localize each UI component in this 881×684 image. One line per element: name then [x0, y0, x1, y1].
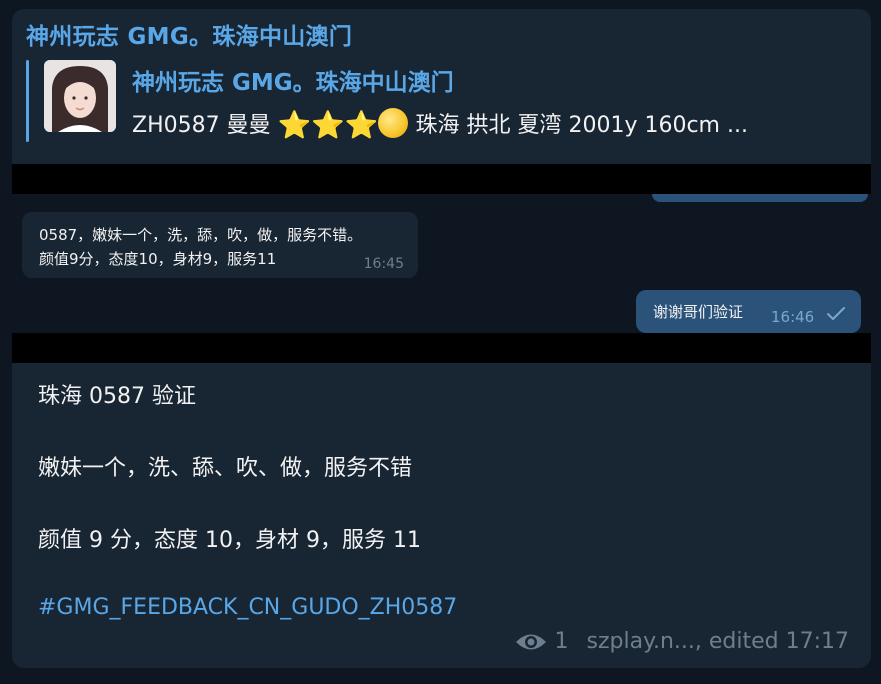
- post-text-line: 珠海 0587 验证: [38, 384, 196, 409]
- eye-icon: [515, 634, 546, 649]
- post-text-line: 嫩妹一个，洗、舔、吹、做，服务不错: [38, 456, 413, 481]
- incoming-message-bubble[interactable]: 0587，嫩妹一个，洗，舔，吹，做，服务不错。 颜值9分，态度10，身材9，服务…: [22, 212, 418, 278]
- message-text-line: 0587，嫩妹一个，洗，舔，吹，做，服务不错。: [39, 226, 363, 244]
- star-icon: ⭐: [311, 110, 345, 141]
- view-count: 1: [554, 629, 569, 654]
- avatar-image: [44, 60, 116, 132]
- redacted-band: [12, 164, 871, 194]
- reply-subtitle: ZH0587 曼曼 ⭐⭐⭐ 珠海 拱北 夏湾 2001y 160cm ...: [132, 107, 844, 141]
- sender-name[interactable]: 神州玩志 GMG。珠海中山澳门: [26, 17, 352, 51]
- message-text: 谢谢哥们验证: [653, 303, 744, 321]
- post-footer: szplay.n..., edited 17:17: [586, 629, 850, 654]
- post-meta: 1 szplay.n..., edited 17:17: [515, 629, 850, 654]
- reply-avatar[interactable]: [44, 60, 116, 132]
- outgoing-bubble-fragment: [652, 194, 868, 202]
- redacted-band: [12, 333, 871, 363]
- star-icon: ⭐: [344, 110, 379, 141]
- reply-details: 珠海 拱北 夏湾 2001y 160cm ...: [415, 113, 748, 138]
- post-text-line: 颜值 9 分，态度 10，身材 9，服务 11: [38, 528, 421, 553]
- reply-title[interactable]: 神州玩志 GMG。珠海中山澳门: [132, 63, 454, 97]
- hashtag-link[interactable]: #GMG_FEEDBACK_CN_GUDO_ZH0587: [38, 595, 457, 620]
- star-icon: ⭐: [277, 110, 312, 141]
- moon-icon: [378, 108, 409, 138]
- message-time: 16:45: [363, 256, 404, 272]
- reply-code: ZH0587 曼曼: [132, 113, 271, 138]
- outgoing-message-bubble[interactable]: 谢谢哥们验证 16:46: [636, 290, 861, 333]
- message-time: 16:46: [771, 308, 815, 326]
- check-icon: [827, 307, 845, 320]
- reply-bar: [26, 60, 29, 142]
- message-text-line: 颜值9分，态度10，身材9，服务11: [39, 250, 277, 268]
